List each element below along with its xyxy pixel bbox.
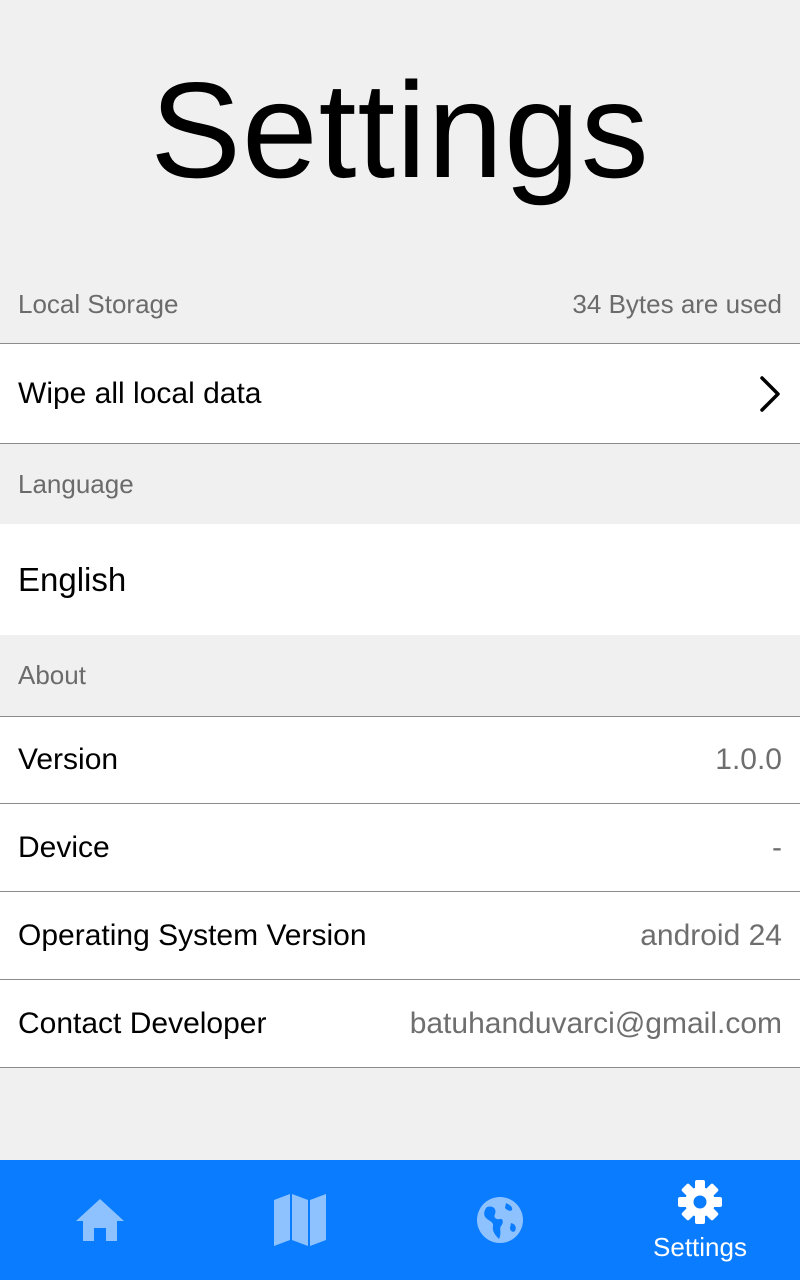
contact-developer-email[interactable]: batuhanduvarci@gmail.com xyxy=(410,1007,782,1041)
tab-globe[interactable] xyxy=(400,1160,600,1280)
bottom-tab-bar: Settings xyxy=(0,1160,800,1280)
chevron-right-icon xyxy=(758,374,782,414)
os-version-row: Operating System Version android 24 xyxy=(0,892,800,979)
language-row[interactable]: English xyxy=(0,524,800,635)
version-label: Version xyxy=(18,743,119,776)
section-title-local-storage: Local Storage xyxy=(18,288,179,319)
version-value: 1.0.0 xyxy=(715,743,782,776)
device-label: Device xyxy=(18,830,110,864)
settings-screen: Settings Local Storage 34 Bytes are used… xyxy=(0,0,800,1280)
version-row: Version 1.0.0 xyxy=(0,717,800,803)
section-title-language: Language xyxy=(18,468,134,499)
section-header-about: About xyxy=(0,635,800,716)
tab-home[interactable] xyxy=(0,1160,200,1280)
home-icon xyxy=(74,1197,126,1243)
tab-settings[interactable]: Settings xyxy=(600,1160,800,1280)
wipe-data-row[interactable]: Wipe all local data xyxy=(0,344,800,443)
tab-settings-label: Settings xyxy=(653,1231,747,1262)
gear-icon xyxy=(676,1178,724,1226)
section-title-about: About xyxy=(18,660,86,690)
os-version-value: android 24 xyxy=(640,918,782,952)
contact-developer-label: Contact Developer xyxy=(18,1006,267,1040)
section-header-local-storage: Local Storage 34 Bytes are used xyxy=(0,264,800,344)
tab-map[interactable] xyxy=(200,1160,400,1280)
wipe-data-label: Wipe all local data xyxy=(18,376,262,410)
map-icon xyxy=(272,1192,328,1248)
os-version-label: Operating System Version xyxy=(18,918,367,952)
device-row: Device - xyxy=(0,804,800,891)
globe-icon xyxy=(475,1195,525,1245)
page-title: Settings xyxy=(150,54,650,206)
device-value: - xyxy=(772,830,782,864)
section-header-language: Language xyxy=(0,444,800,524)
storage-usage-text: 34 Bytes are used xyxy=(572,288,782,319)
divider xyxy=(0,1067,800,1068)
language-value: English xyxy=(18,560,127,598)
contact-developer-row[interactable]: Contact Developer batuhanduvarci@gmail.c… xyxy=(0,980,800,1067)
